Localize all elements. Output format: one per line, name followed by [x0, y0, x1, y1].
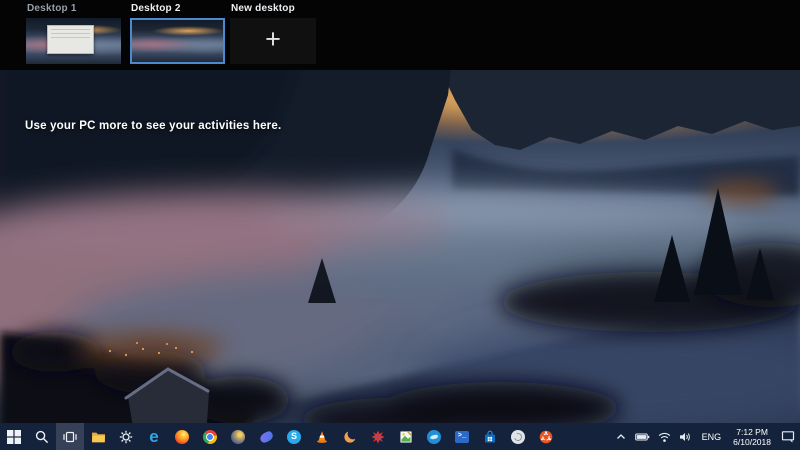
action-center-icon	[781, 431, 795, 443]
chevron-up-icon	[616, 433, 625, 439]
orange-crescent-icon	[344, 429, 357, 443]
ubuntu-icon	[539, 430, 553, 443]
skype-icon: S	[287, 429, 301, 444]
ubuntu-button[interactable]	[532, 423, 560, 450]
purple-swoosh-app-button[interactable]	[252, 423, 280, 450]
red-star-app-button[interactable]	[364, 423, 392, 450]
globe-icon	[511, 429, 525, 444]
desktop1-open-window-preview	[46, 25, 94, 55]
chrome-button[interactable]	[196, 423, 224, 450]
firefox-button[interactable]	[168, 423, 196, 450]
timeline-empty-message: Use your PC more to see your activities …	[25, 120, 282, 132]
image-editor-icon	[400, 430, 412, 443]
firefox-icon	[175, 429, 189, 444]
gimp-sphere-app-button[interactable]	[224, 423, 252, 450]
vlc-button[interactable]	[308, 423, 336, 450]
new-desktop-label: New desktop	[231, 3, 295, 14]
battery-indicator[interactable]	[633, 423, 652, 450]
skype-button[interactable]: S	[280, 423, 308, 450]
start-button[interactable]	[0, 423, 28, 450]
orange-crescent-app-button[interactable]	[336, 423, 364, 450]
microsoft-store-button[interactable]	[476, 423, 504, 450]
powershell-icon: >_	[455, 430, 469, 443]
task-view-screen: Use your PC more to see your activities …	[0, 0, 800, 450]
gimp-sphere-icon	[231, 429, 245, 444]
image-editor-app-button[interactable]	[392, 423, 420, 450]
desktop1-label: Desktop 1	[27, 3, 77, 14]
taskbar: e S >_ ENG 7:12 PM 6/10/2018	[0, 423, 800, 450]
blue-circle-icon	[427, 429, 441, 444]
globe-app-button[interactable]	[504, 423, 532, 450]
red-star-icon	[371, 430, 385, 443]
desktop2-wallpaper-preview	[132, 20, 223, 62]
settings-button[interactable]	[112, 423, 140, 450]
task-view-topbar: Desktop 1 Desktop 2 New desktop +	[0, 0, 800, 70]
volume-indicator[interactable]	[677, 423, 694, 450]
task-view-button[interactable]	[56, 423, 84, 450]
hidden-icons-button[interactable]	[613, 423, 629, 450]
desktop2-thumbnail[interactable]	[130, 18, 225, 64]
system-tray: ENG 7:12 PM 6/10/2018	[613, 423, 800, 450]
new-desktop-button[interactable]: +	[230, 18, 316, 64]
language-indicator[interactable]: ENG	[698, 423, 726, 450]
tray-time: 7:12 PM	[736, 426, 768, 437]
windows-logo-icon	[7, 429, 21, 444]
search-button[interactable]	[28, 423, 56, 450]
vlc-cone-icon	[317, 430, 327, 443]
file-explorer-button[interactable]	[84, 423, 112, 450]
tray-date: 6/10/2018	[733, 436, 771, 447]
purple-swoosh-icon	[258, 430, 274, 443]
action-center-button[interactable]	[779, 423, 797, 450]
gear-icon	[119, 430, 133, 443]
desktop1-thumbnail[interactable]	[26, 18, 121, 64]
edge-button[interactable]: e	[140, 423, 168, 450]
task-view-icon	[63, 431, 77, 442]
microsoft-store-icon	[485, 430, 495, 442]
taskbar-buttons: e S >_	[0, 423, 560, 450]
network-indicator[interactable]	[656, 423, 673, 450]
speaker-icon	[679, 432, 690, 441]
blue-circle-app-button[interactable]	[420, 423, 448, 450]
clock[interactable]: 7:12 PM 6/10/2018	[729, 423, 775, 450]
desktop2-label: Desktop 2	[131, 3, 181, 14]
plus-icon: +	[265, 24, 281, 54]
powershell-button[interactable]: >_	[448, 423, 476, 450]
search-icon	[35, 430, 49, 443]
battery-icon	[634, 433, 649, 440]
edge-icon: e	[149, 426, 159, 446]
file-explorer-icon	[91, 432, 105, 442]
wifi-icon	[658, 432, 670, 442]
chrome-icon	[203, 429, 217, 444]
